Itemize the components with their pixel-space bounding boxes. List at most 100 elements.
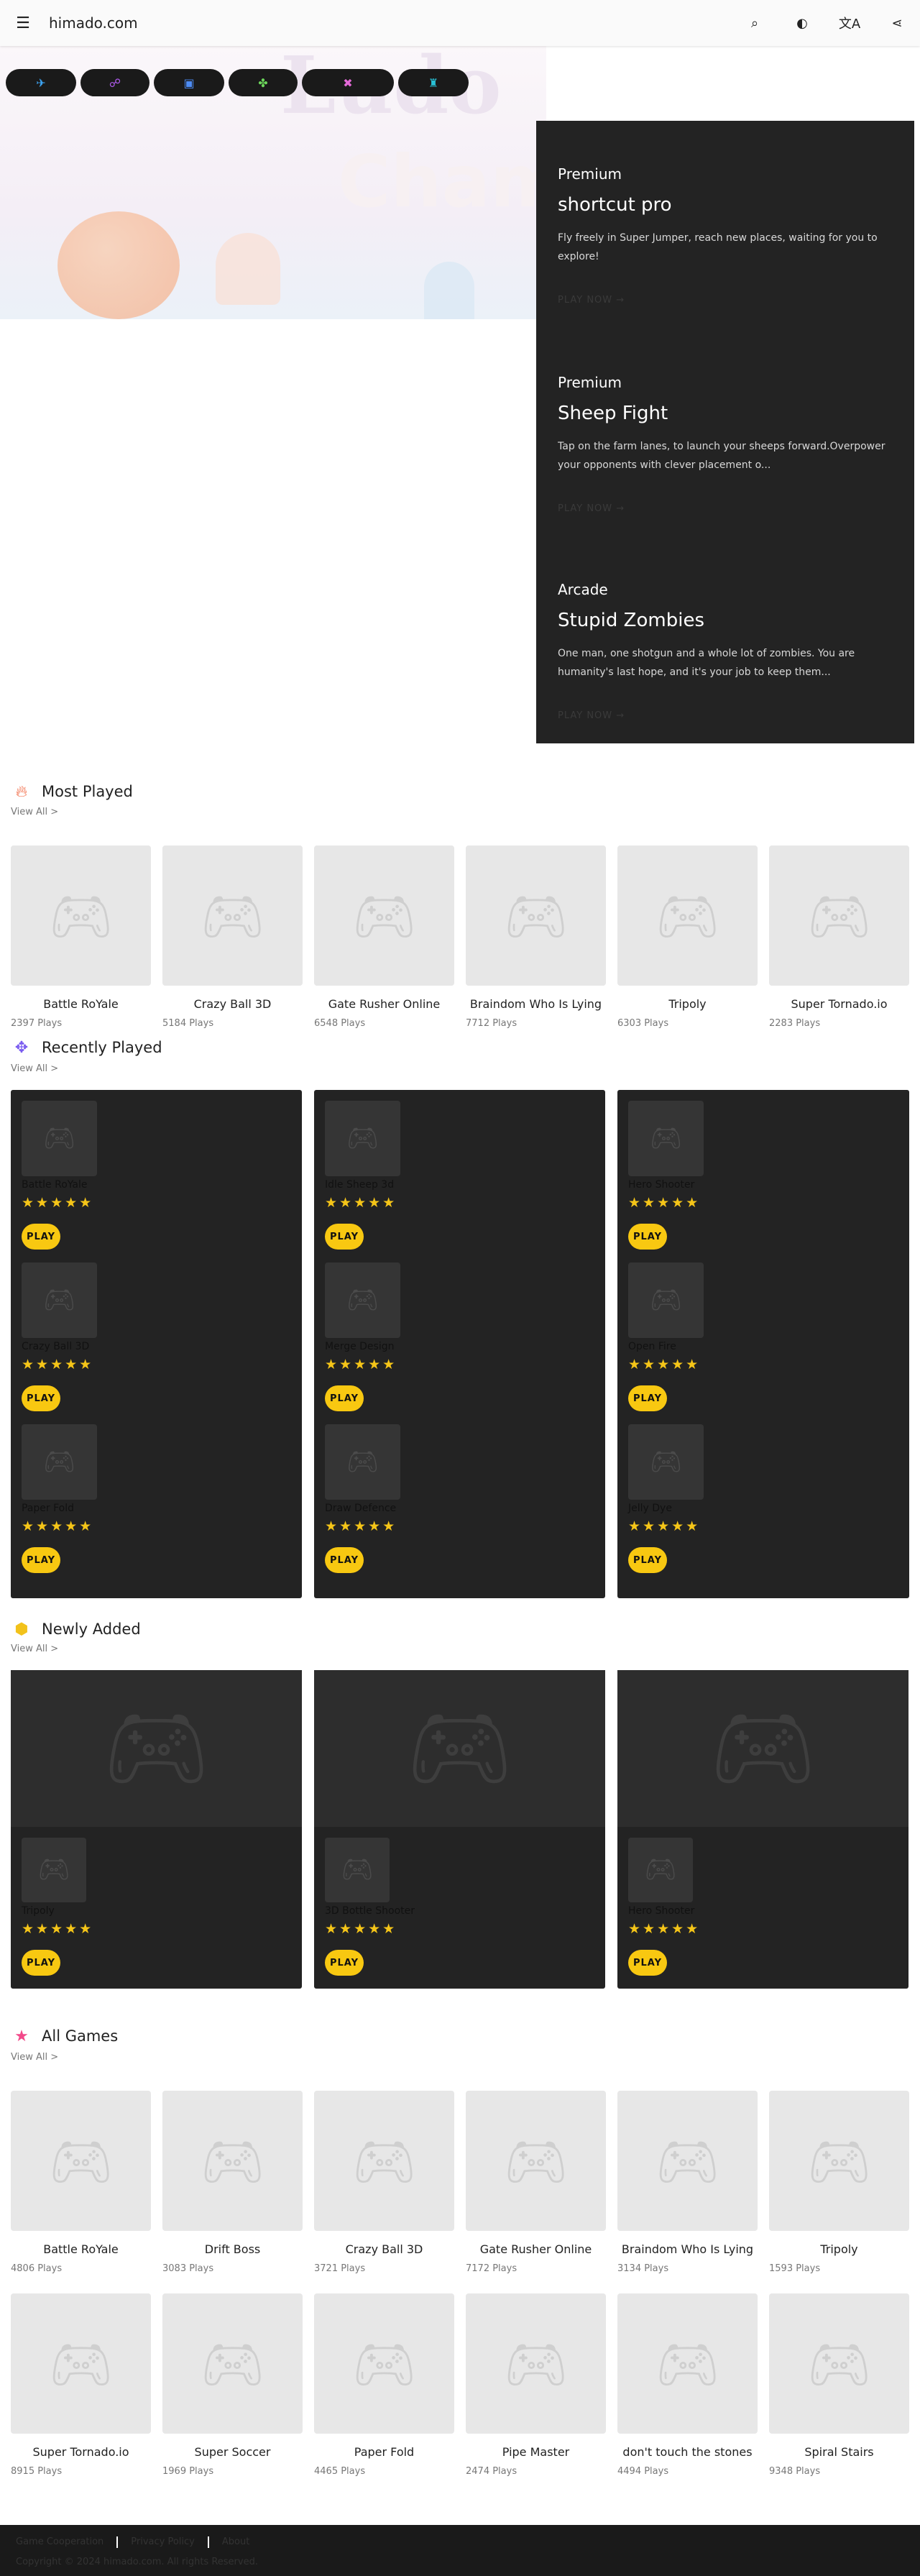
play-button[interactable]: PLAY: [325, 1547, 364, 1573]
game-thumbnail[interactable]: 🎮︎: [314, 2293, 454, 2434]
game-name[interactable]: Braindom Who Is Lying: [617, 2242, 758, 2256]
game-thumbnail[interactable]: 🎮︎: [22, 1838, 86, 1902]
game-name[interactable]: Jelly Dye: [628, 1503, 894, 1514]
game-tile[interactable]: 🎮︎ Pipe Master 2474 Plays: [466, 2293, 606, 2477]
game-thumbnail[interactable]: 🎮︎: [325, 1262, 400, 1338]
game-thumbnail[interactable]: 🎮︎: [617, 2091, 758, 2231]
game-name[interactable]: Super Soccer: [162, 2445, 303, 2459]
game-thumbnail[interactable]: 🎮︎: [22, 1101, 97, 1176]
game-thumbnail[interactable]: 🎮︎: [314, 845, 454, 986]
game-thumbnail[interactable]: 🎮︎: [628, 1424, 704, 1500]
game-name[interactable]: 3D Bottle Shooter: [325, 1905, 591, 1917]
game-tile[interactable]: 🎮︎ Super Tornado.io 2283 Plays: [769, 845, 909, 1029]
game-tile[interactable]: 🎮︎ don't touch the stones 4494 Plays: [617, 2293, 758, 2477]
game-tile[interactable]: 🎮︎ Super Soccer 1969 Plays: [162, 2293, 303, 2477]
game-name[interactable]: Merge Design: [325, 1341, 591, 1352]
game-thumbnail[interactable]: 🎮︎: [617, 2293, 758, 2434]
view-all-link[interactable]: View All >: [11, 807, 58, 817]
play-button[interactable]: PLAY: [628, 1385, 667, 1411]
footer-link[interactable]: Game Cooperation: [16, 2536, 104, 2548]
game-banner[interactable]: 🎮︎: [617, 1670, 908, 1827]
game-thumbnail[interactable]: 🎮︎: [162, 845, 303, 986]
game-tile[interactable]: 🎮︎ Drift Boss 3083 Plays: [162, 2091, 303, 2274]
game-tile[interactable]: 🎮︎ Spiral Stairs 9348 Plays: [769, 2293, 909, 2477]
play-button[interactable]: PLAY: [325, 1224, 364, 1250]
game-thumbnail[interactable]: 🎮︎: [628, 1262, 704, 1338]
footer-link[interactable]: About: [222, 2536, 249, 2548]
game-name[interactable]: Crazy Ball 3D: [22, 1341, 288, 1352]
translate-icon[interactable]: 文A: [837, 10, 862, 36]
game-thumbnail[interactable]: 🎮︎: [617, 845, 758, 986]
game-name[interactable]: Hero Shooter: [628, 1179, 894, 1191]
game-name[interactable]: Spiral Stairs: [769, 2445, 909, 2459]
view-all-link[interactable]: View All >: [11, 1063, 58, 1074]
game-tile[interactable]: 🎮︎ Super Tornado.io 8915 Plays: [11, 2293, 151, 2477]
game-name[interactable]: Paper Fold: [314, 2445, 454, 2459]
game-name[interactable]: Open Fire: [628, 1341, 894, 1352]
game-thumbnail[interactable]: 🎮︎: [325, 1424, 400, 1500]
game-name[interactable]: Idle Sheep 3d: [325, 1179, 591, 1191]
featured-item[interactable]: Premium Sheep Fight Tap on the farm lane…: [558, 374, 896, 514]
game-name[interactable]: Drift Boss: [162, 2242, 303, 2256]
play-button[interactable]: PLAY: [22, 1950, 60, 1976]
play-now-link[interactable]: PLAY NOW →: [558, 295, 896, 306]
game-thumbnail[interactable]: 🎮︎: [769, 2091, 909, 2231]
game-name[interactable]: Super Tornado.io: [11, 2445, 151, 2459]
game-tile[interactable]: 🎮︎ Battle RoYale 4806 Plays: [11, 2091, 151, 2274]
game-thumbnail[interactable]: 🎮︎: [466, 2091, 606, 2231]
game-tile[interactable]: 🎮︎ Braindom Who Is Lying 3134 Plays: [617, 2091, 758, 2274]
play-button[interactable]: PLAY: [628, 1547, 667, 1573]
game-thumbnail[interactable]: 🎮︎: [314, 2091, 454, 2231]
game-thumbnail[interactable]: 🎮︎: [11, 2091, 151, 2231]
game-name[interactable]: Tripoly: [769, 2242, 909, 2256]
game-name[interactable]: Battle RoYale: [11, 2242, 151, 2256]
theme-toggle-icon[interactable]: ◐: [789, 10, 815, 36]
game-thumbnail[interactable]: 🎮︎: [22, 1424, 97, 1500]
game-name[interactable]: Hero Shooter: [628, 1905, 894, 1917]
category-pill[interactable]: ✈: [6, 69, 76, 96]
play-now-link[interactable]: PLAY NOW →: [558, 710, 896, 721]
game-tile[interactable]: 🎮︎ Braindom Who Is Lying 7712 Plays: [466, 845, 606, 1029]
game-tile[interactable]: 🎮︎ Tripoly 1593 Plays: [769, 2091, 909, 2274]
game-thumbnail[interactable]: 🎮︎: [769, 845, 909, 986]
category-pill[interactable]: ☍: [80, 69, 150, 96]
category-pill[interactable]: ▣: [154, 69, 224, 96]
view-all-link[interactable]: View All >: [11, 2052, 58, 2063]
search-icon[interactable]: ⌕: [742, 10, 768, 36]
menu-icon[interactable]: ☰: [12, 12, 34, 35]
play-button[interactable]: PLAY: [22, 1547, 60, 1573]
category-pill[interactable]: ♜: [398, 69, 469, 96]
view-all-link[interactable]: View All >: [11, 1644, 58, 1654]
game-thumbnail[interactable]: 🎮︎: [162, 2091, 303, 2231]
featured-item[interactable]: Arcade Stupid Zombies One man, one shotg…: [558, 581, 896, 721]
game-name[interactable]: Crazy Ball 3D: [314, 2242, 454, 2256]
game-tile[interactable]: 🎮︎ Tripoly 6303 Plays: [617, 845, 758, 1029]
game-name[interactable]: Gate Rusher Online: [466, 2242, 606, 2256]
game-thumbnail[interactable]: 🎮︎: [325, 1101, 400, 1176]
share-icon[interactable]: ⋖: [884, 10, 910, 36]
game-name[interactable]: Super Tornado.io: [769, 997, 909, 1011]
game-name[interactable]: Braindom Who Is Lying: [466, 997, 606, 1011]
game-banner[interactable]: 🎮︎: [314, 1670, 605, 1827]
game-thumbnail[interactable]: 🎮︎: [466, 2293, 606, 2434]
game-thumbnail[interactable]: 🎮︎: [22, 1262, 97, 1338]
game-thumbnail[interactable]: 🎮︎: [11, 845, 151, 986]
game-tile[interactable]: 🎮︎ Gate Rusher Online 6548 Plays: [314, 845, 454, 1029]
footer-link[interactable]: Privacy Policy: [131, 2536, 195, 2548]
game-tile[interactable]: 🎮︎ Battle RoYale 2397 Plays: [11, 845, 151, 1029]
game-thumbnail[interactable]: 🎮︎: [162, 2293, 303, 2434]
category-pill[interactable]: ✖: [302, 69, 394, 96]
game-name[interactable]: don't touch the stones: [617, 2445, 758, 2459]
category-pill[interactable]: ✤: [229, 69, 298, 96]
game-name[interactable]: Tripoly: [617, 997, 758, 1011]
game-thumbnail[interactable]: 🎮︎: [466, 845, 606, 986]
game-name[interactable]: Battle RoYale: [22, 1179, 288, 1191]
game-thumbnail[interactable]: 🎮︎: [628, 1838, 693, 1902]
game-name[interactable]: Tripoly: [22, 1905, 288, 1917]
game-name[interactable]: Gate Rusher Online: [314, 997, 454, 1011]
play-button[interactable]: PLAY: [325, 1950, 364, 1976]
game-banner[interactable]: 🎮︎: [11, 1670, 302, 1827]
game-name[interactable]: Battle RoYale: [11, 997, 151, 1011]
game-name[interactable]: Crazy Ball 3D: [162, 997, 303, 1011]
game-thumbnail[interactable]: 🎮︎: [628, 1101, 704, 1176]
